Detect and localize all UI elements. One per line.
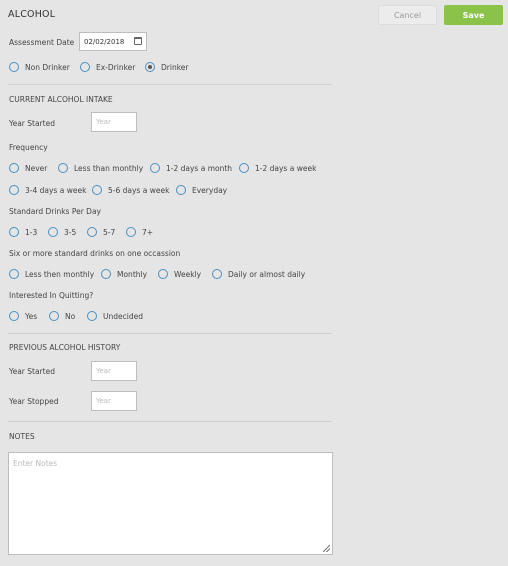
radio-circle[interactable] [9, 311, 19, 321]
radio-circle[interactable] [9, 269, 19, 279]
radio-six-monthly[interactable]: Monthly [101, 269, 147, 279]
radio-label: Undecided [103, 311, 143, 321]
save-button[interactable]: Save [444, 5, 503, 25]
radio-label: 5-7 [103, 227, 116, 237]
radio-drinks-3-5[interactable]: 3-5 [48, 227, 76, 237]
divider [8, 421, 332, 422]
radio-label: No [65, 311, 76, 321]
radio-freq-3-4-week[interactable]: 3-4 days a week [9, 185, 86, 195]
radio-label: Weekly [174, 269, 202, 279]
notes-textarea[interactable]: Enter Notes [8, 452, 333, 555]
radio-label: 7+ [142, 227, 154, 237]
quitting-label: Interested In Quitting? [9, 291, 94, 300]
radio-circle[interactable] [92, 185, 102, 195]
radio-label: Yes [25, 311, 38, 321]
radio-label: Everyday [192, 185, 228, 195]
radio-label: Drinker [161, 62, 189, 72]
radio-label: 5-6 days a week [108, 185, 170, 195]
radio-circle[interactable] [58, 163, 68, 173]
radio-label: Non Drinker [25, 62, 70, 72]
radio-label: Never [25, 163, 48, 173]
radio-label: 1-2 days a month [166, 163, 233, 173]
radio-quit-undecided[interactable]: Undecided [87, 311, 143, 321]
radio-quit-yes[interactable]: Yes [9, 311, 37, 321]
radio-circle[interactable] [80, 62, 90, 72]
radio-freq-1-2-month[interactable]: 1-2 days a month [150, 163, 232, 173]
radio-non-drinker[interactable]: Non Drinker [9, 62, 70, 72]
radio-freq-never[interactable]: Never [9, 163, 47, 173]
radio-circle[interactable] [150, 163, 160, 173]
divider [8, 84, 332, 85]
radio-label: 3-5 [64, 227, 77, 237]
cancel-button[interactable]: Cancel [378, 5, 437, 25]
radio-label: Ex-Drinker [96, 62, 136, 72]
radio-label: Monthly [117, 269, 148, 279]
notes-heading: NOTES [9, 432, 35, 441]
radio-circle[interactable] [87, 227, 97, 237]
current-intake-heading: CURRENT ALCOHOL INTAKE [9, 95, 113, 104]
prev-year-started-label: Year Started [9, 367, 55, 376]
frequency-label: Frequency [9, 143, 48, 152]
radio-label: Less then monthly [25, 269, 95, 279]
radio-circle[interactable] [101, 269, 111, 279]
radio-six-less-monthly[interactable]: Less then monthly [9, 269, 94, 279]
year-started-input[interactable]: Year [91, 112, 137, 132]
radio-freq-5-6-week[interactable]: 5-6 days a week [92, 185, 169, 195]
page-title: ALCOHOL [8, 9, 56, 20]
radio-circle[interactable] [212, 269, 222, 279]
radio-circle-checked[interactable] [145, 62, 155, 72]
radio-drinks-5-7[interactable]: 5-7 [87, 227, 115, 237]
radio-freq-everyday[interactable]: Everyday [176, 185, 227, 195]
standard-drinks-label: Standard Drinks Per Day [9, 207, 101, 216]
radio-label: 1-3 [25, 227, 38, 237]
radio-circle[interactable] [9, 185, 19, 195]
radio-label: Daily or almost daily [228, 269, 306, 279]
radio-six-daily[interactable]: Daily or almost daily [212, 269, 305, 279]
notes-placeholder: Enter Notes [13, 459, 58, 468]
resize-grip-icon[interactable] [323, 545, 330, 552]
radio-quit-no[interactable]: No [49, 311, 75, 321]
radio-freq-less-than-monthly[interactable]: Less than monthly [58, 163, 143, 173]
radio-label: 1-2 days a week [255, 163, 317, 173]
radio-circle[interactable] [9, 227, 19, 237]
radio-circle[interactable] [176, 185, 186, 195]
year-stopped-label: Year Stopped [9, 397, 59, 406]
radio-circle[interactable] [87, 311, 97, 321]
radio-six-weekly[interactable]: Weekly [158, 269, 201, 279]
radio-label: Less than monthly [74, 163, 144, 173]
radio-label: 3-4 days a week [25, 185, 87, 195]
year-started-label: Year Started [9, 119, 55, 128]
radio-drinker[interactable]: Drinker [145, 62, 188, 72]
radio-circle[interactable] [49, 311, 59, 321]
six-or-more-label: Six or more standard drinks on one occas… [9, 249, 181, 258]
radio-drinks-1-3[interactable]: 1-3 [9, 227, 37, 237]
assessment-date-value: 02/02/2018 [84, 37, 125, 46]
radio-ex-drinker[interactable]: Ex-Drinker [80, 62, 135, 72]
assessment-date-field[interactable]: 02/02/2018 [79, 32, 147, 51]
radio-circle[interactable] [9, 62, 19, 72]
prev-year-started-input[interactable]: Year [91, 361, 137, 381]
previous-history-heading: PREVIOUS ALCOHOL HISTORY [9, 343, 121, 352]
calendar-icon[interactable] [134, 37, 142, 45]
radio-freq-1-2-week[interactable]: 1-2 days a week [239, 163, 316, 173]
year-stopped-input[interactable]: Year [91, 391, 137, 411]
radio-circle[interactable] [126, 227, 136, 237]
radio-circle[interactable] [48, 227, 58, 237]
radio-drinks-7-plus[interactable]: 7+ [126, 227, 153, 237]
radio-circle[interactable] [239, 163, 249, 173]
assessment-date-label: Assessment Date [9, 38, 75, 47]
radio-circle[interactable] [9, 163, 19, 173]
radio-circle[interactable] [158, 269, 168, 279]
divider [8, 333, 332, 334]
